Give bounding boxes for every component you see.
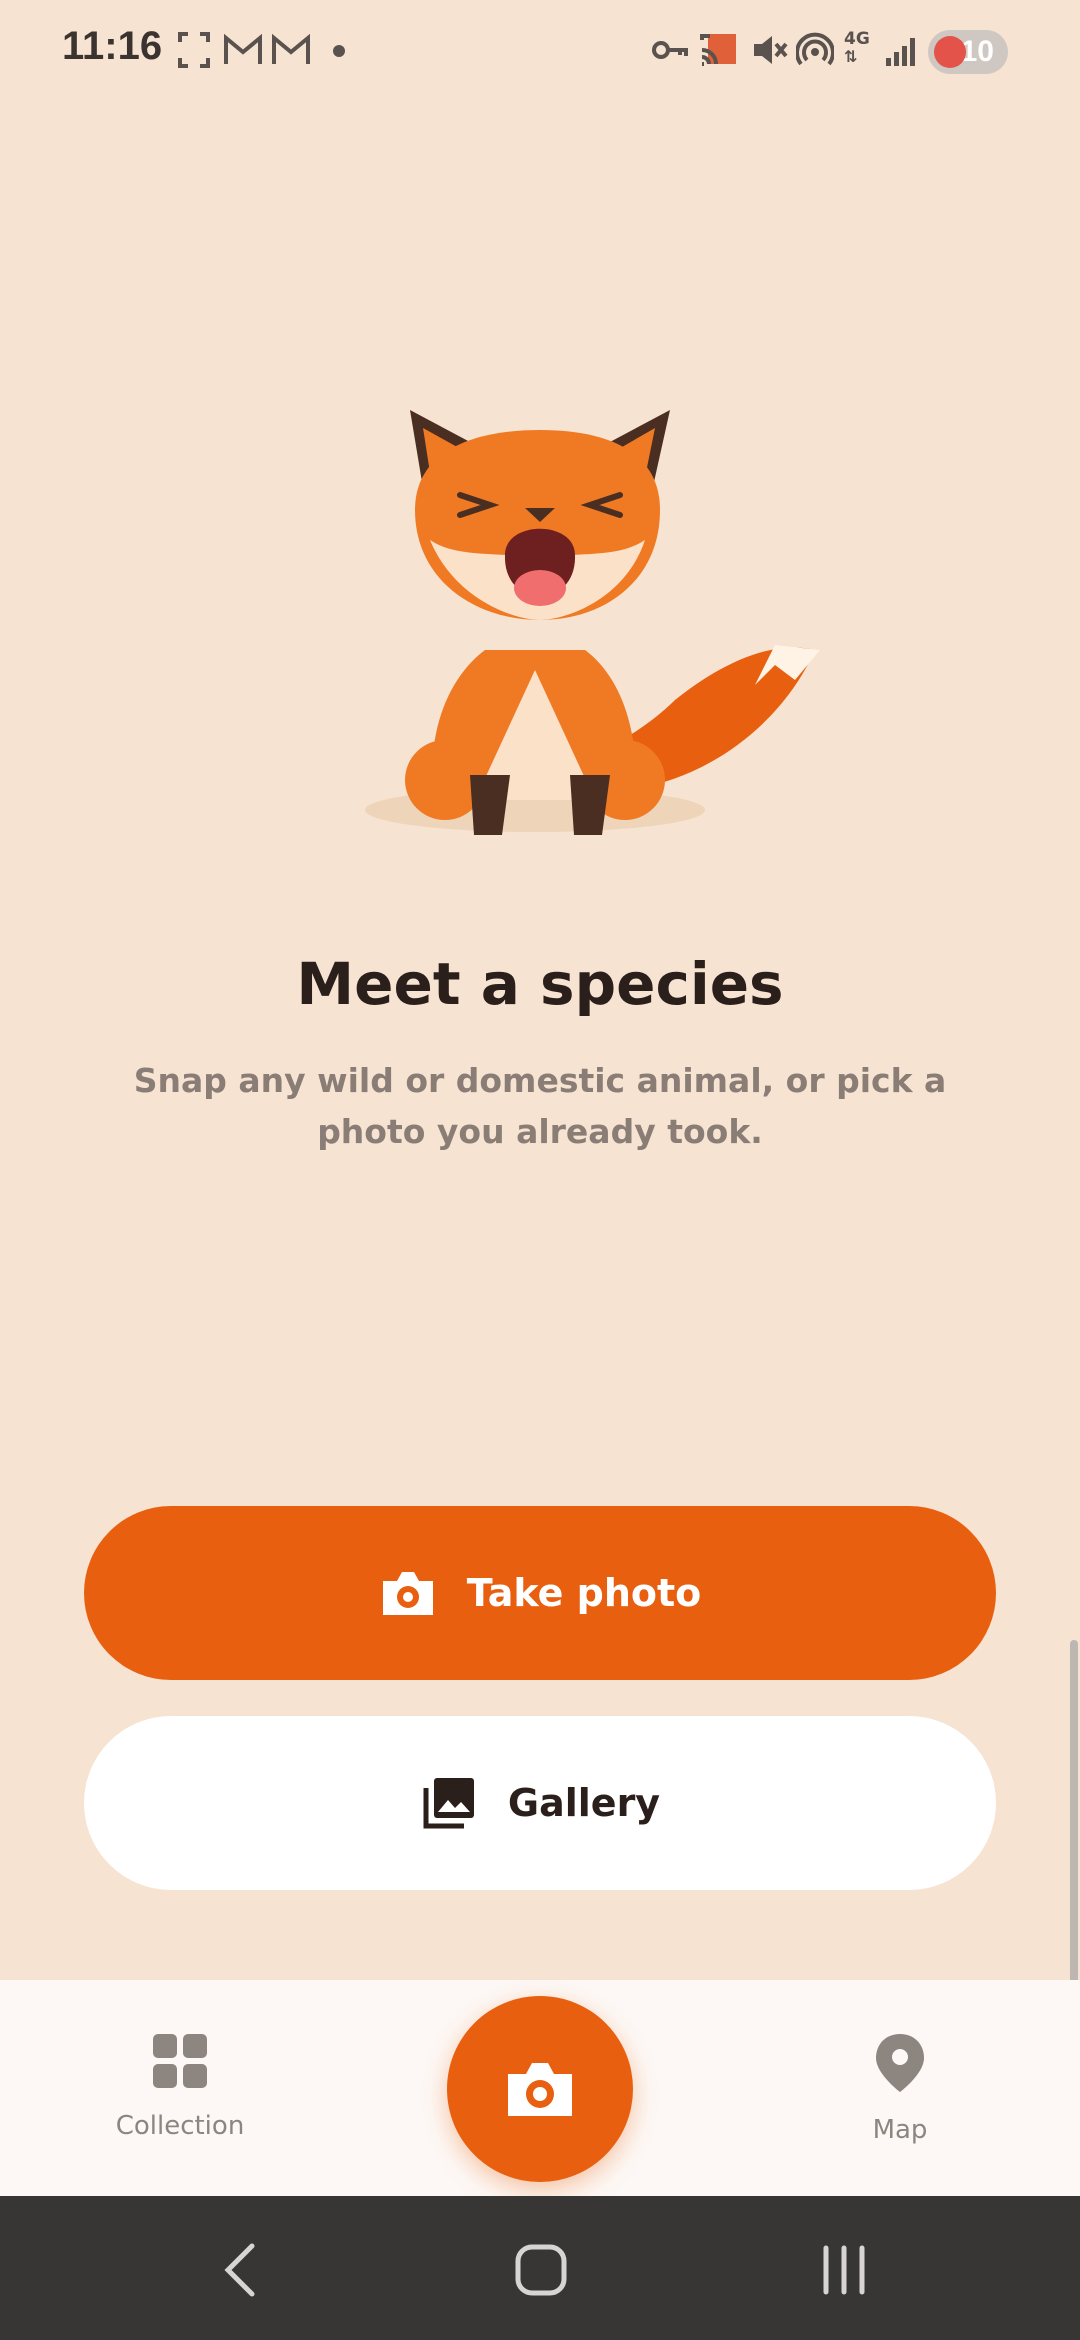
- take-photo-button[interactable]: Take photo: [84, 1506, 996, 1680]
- location-pin-icon: [876, 2034, 924, 2092]
- battery-saver-icon: [934, 36, 966, 68]
- camera-icon: [382, 1572, 433, 1615]
- battery-indicator: 10: [928, 30, 1008, 74]
- fox-illustration: [365, 410, 820, 835]
- recents-icon[interactable]: [818, 2240, 870, 2300]
- gmail-icon: [272, 33, 310, 64]
- take-photo-label: Take photo: [466, 1571, 702, 1615]
- gallery-label: Gallery: [507, 1781, 661, 1825]
- nav-item-collection[interactable]: Collection: [80, 2032, 280, 2141]
- page-title: Meet a species: [296, 950, 784, 1018]
- network-label: 4G: [844, 29, 870, 49]
- hotspot-icon: [796, 32, 834, 66]
- system-nav-bar: [0, 2196, 1080, 2340]
- mute-icon: [754, 36, 788, 64]
- dot-icon: [333, 45, 345, 57]
- status-time: 11:16: [62, 24, 163, 68]
- screenshot-icon: [178, 32, 210, 68]
- nav-collection-label: Collection: [115, 2111, 245, 2141]
- page-subtitle: Snap any wild or domestic animal, or pic…: [133, 1061, 947, 1151]
- signal-icon: [886, 38, 915, 66]
- gmail-icon: [224, 33, 262, 64]
- 4g-icon: 4G ⇅: [844, 29, 870, 66]
- grid-icon: [153, 2034, 207, 2088]
- nav-map-label: Map: [872, 2115, 928, 2145]
- back-icon[interactable]: [218, 2240, 262, 2300]
- nav-item-map[interactable]: Map: [800, 2032, 1000, 2145]
- gallery-button[interactable]: Gallery: [84, 1716, 996, 1890]
- gallery-icon: [423, 1778, 474, 1829]
- cast-icon: [700, 34, 736, 66]
- camera-icon: [508, 2063, 572, 2116]
- status-bar: 11:16 4G ⇅ 10: [0, 0, 1080, 100]
- vpn-key-icon: [652, 41, 688, 59]
- camera-fab-button[interactable]: [447, 1996, 633, 2182]
- home-icon[interactable]: [514, 2240, 568, 2300]
